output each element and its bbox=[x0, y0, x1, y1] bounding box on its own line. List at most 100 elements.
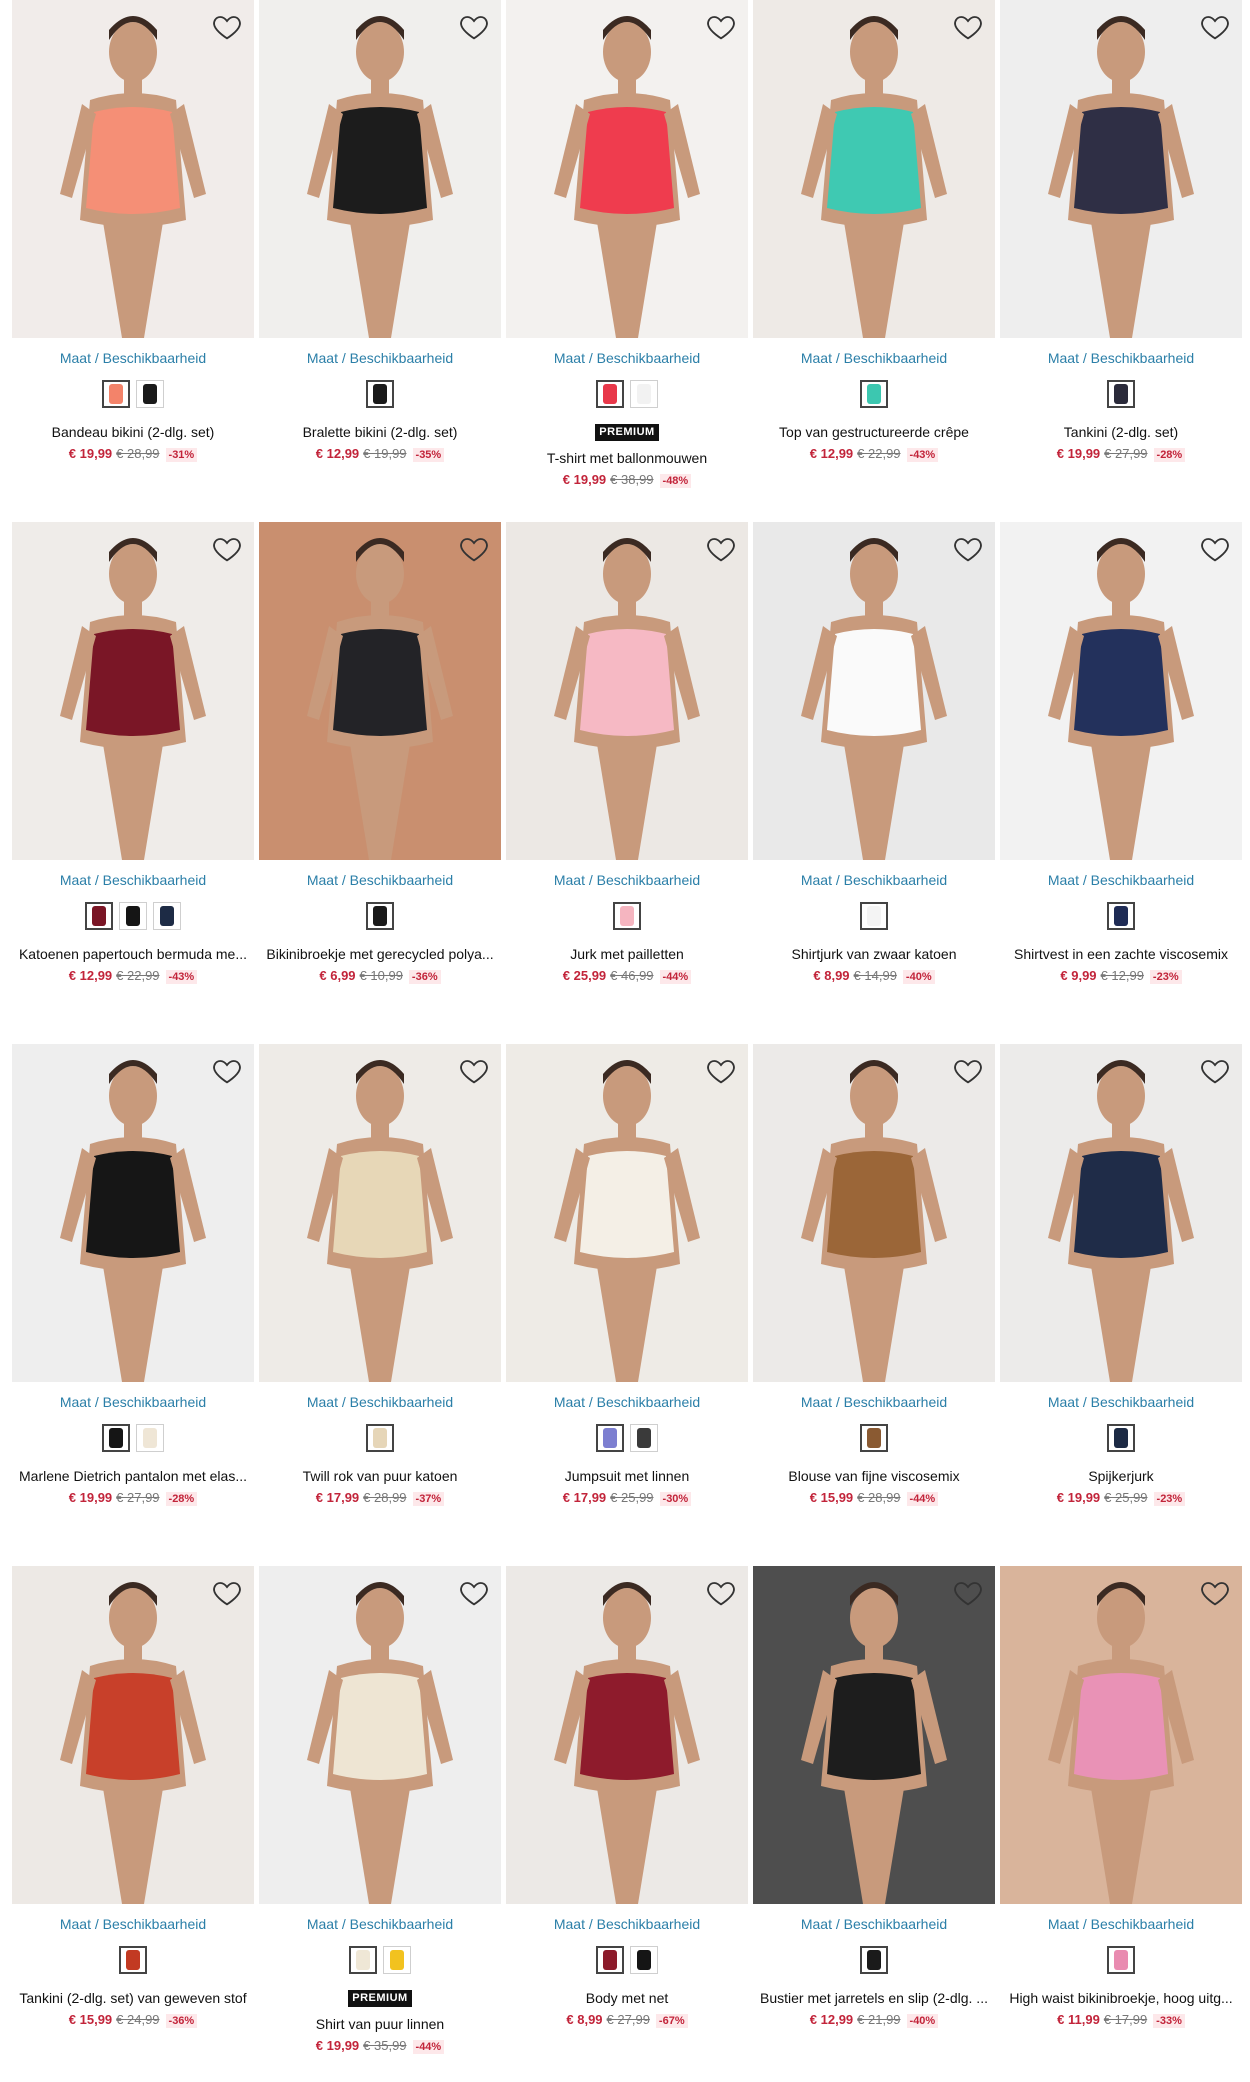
product-title[interactable]: Marlene Dietrich pantalon met elas... bbox=[12, 1468, 254, 1484]
color-swatch[interactable] bbox=[630, 380, 658, 408]
favorite-button[interactable] bbox=[1198, 1054, 1232, 1088]
color-swatch[interactable] bbox=[366, 1424, 394, 1452]
product-card[interactable]: Maat / Beschikbaarheid PREMIUM T-shirt met… bbox=[506, 0, 748, 500]
product-title[interactable]: Shirt van puur linnen bbox=[259, 2016, 501, 2032]
favorite-button[interactable] bbox=[951, 10, 985, 44]
product-image[interactable] bbox=[506, 0, 748, 338]
product-title[interactable]: Body met net bbox=[506, 1990, 748, 2006]
color-swatch[interactable] bbox=[860, 380, 888, 408]
size-availability-link[interactable]: Maat / Beschikbaarheid bbox=[1000, 350, 1242, 366]
size-availability-link[interactable]: Maat / Beschikbaarheid bbox=[12, 350, 254, 366]
size-availability-link[interactable]: Maat / Beschikbaarheid bbox=[12, 1394, 254, 1410]
product-title[interactable]: Twill rok van puur katoen bbox=[259, 1468, 501, 1484]
favorite-button[interactable] bbox=[210, 1054, 244, 1088]
color-swatch[interactable] bbox=[1107, 1946, 1135, 1974]
product-title[interactable]: Bandeau bikini (2-dlg. set) bbox=[12, 424, 254, 440]
favorite-button[interactable] bbox=[210, 532, 244, 566]
favorite-button[interactable] bbox=[704, 10, 738, 44]
product-title[interactable]: Bustier met jarretels en slip (2-dlg. ..… bbox=[753, 1990, 995, 2006]
size-availability-link[interactable]: Maat / Beschikbaarheid bbox=[259, 350, 501, 366]
size-availability-link[interactable]: Maat / Beschikbaarheid bbox=[506, 350, 748, 366]
color-swatch[interactable] bbox=[85, 902, 113, 930]
color-swatch[interactable] bbox=[860, 1424, 888, 1452]
product-image[interactable] bbox=[12, 522, 254, 860]
favorite-button[interactable] bbox=[704, 532, 738, 566]
color-swatch[interactable] bbox=[136, 1424, 164, 1452]
favorite-button[interactable] bbox=[951, 532, 985, 566]
color-swatch[interactable] bbox=[1107, 902, 1135, 930]
product-image[interactable] bbox=[12, 1566, 254, 1904]
product-image[interactable] bbox=[1000, 1044, 1242, 1382]
product-card[interactable]: Maat / Beschikbaarheid Marlene Dietrich p… bbox=[12, 1044, 254, 1544]
color-swatch[interactable] bbox=[102, 1424, 130, 1452]
product-image[interactable] bbox=[259, 1044, 501, 1382]
product-card[interactable]: Maat / Beschikbaarheid Blouse van fijne v… bbox=[753, 1044, 995, 1544]
color-swatch[interactable] bbox=[366, 380, 394, 408]
product-title[interactable]: Jurk met pailletten bbox=[506, 946, 748, 962]
product-image[interactable] bbox=[12, 1044, 254, 1382]
favorite-button[interactable] bbox=[1198, 1576, 1232, 1610]
favorite-button[interactable] bbox=[457, 10, 491, 44]
product-title[interactable]: Blouse van fijne viscosemix bbox=[753, 1468, 995, 1484]
size-availability-link[interactable]: Maat / Beschikbaarheid bbox=[1000, 1916, 1242, 1932]
product-card[interactable]: Maat / Beschikbaarheid Twill rok van puur… bbox=[259, 1044, 501, 1544]
product-card[interactable]: Maat / Beschikbaarheid Tankini (2-dlg. se… bbox=[1000, 0, 1242, 500]
size-availability-link[interactable]: Maat / Beschikbaarheid bbox=[753, 350, 995, 366]
product-title[interactable]: Top van gestructureerde crêpe bbox=[753, 424, 995, 440]
product-card[interactable]: Maat / Beschikbaarheid High waist bikinib… bbox=[1000, 1566, 1242, 2066]
favorite-button[interactable] bbox=[1198, 532, 1232, 566]
product-card[interactable]: Maat / Beschikbaarheid Shirtjurk van zwaa… bbox=[753, 522, 995, 1022]
color-swatch[interactable] bbox=[366, 902, 394, 930]
color-swatch[interactable] bbox=[1107, 380, 1135, 408]
size-availability-link[interactable]: Maat / Beschikbaarheid bbox=[259, 1394, 501, 1410]
color-swatch[interactable] bbox=[153, 902, 181, 930]
product-card[interactable]: Maat / Beschikbaarheid Bralette bikini (2… bbox=[259, 0, 501, 500]
product-title[interactable]: High waist bikinibroekje, hoog uitg... bbox=[1000, 1990, 1242, 2006]
product-image[interactable] bbox=[259, 522, 501, 860]
favorite-button[interactable] bbox=[704, 1576, 738, 1610]
color-swatch[interactable] bbox=[630, 1946, 658, 1974]
favorite-button[interactable] bbox=[951, 1576, 985, 1610]
product-title[interactable]: Bralette bikini (2-dlg. set) bbox=[259, 424, 501, 440]
size-availability-link[interactable]: Maat / Beschikbaarheid bbox=[12, 1916, 254, 1932]
color-swatch[interactable] bbox=[613, 902, 641, 930]
color-swatch[interactable] bbox=[596, 1946, 624, 1974]
product-card[interactable]: Maat / Beschikbaarheid Jumpsuit met linne… bbox=[506, 1044, 748, 1544]
product-image[interactable] bbox=[753, 0, 995, 338]
size-availability-link[interactable]: Maat / Beschikbaarheid bbox=[753, 1394, 995, 1410]
product-card[interactable]: Maat / Beschikbaarheid Jurk met paillette… bbox=[506, 522, 748, 1022]
product-image[interactable] bbox=[506, 1044, 748, 1382]
size-availability-link[interactable]: Maat / Beschikbaarheid bbox=[753, 872, 995, 888]
product-title[interactable]: Bikinibroekje met gerecycled polya... bbox=[259, 946, 501, 962]
product-title[interactable]: Spijkerjurk bbox=[1000, 1468, 1242, 1484]
product-card[interactable]: Maat / Beschikbaarheid Bustier met jarret… bbox=[753, 1566, 995, 2066]
product-image[interactable] bbox=[1000, 1566, 1242, 1904]
product-image[interactable] bbox=[259, 1566, 501, 1904]
product-title[interactable]: Shirtjurk van zwaar katoen bbox=[753, 946, 995, 962]
product-title[interactable]: Katoenen papertouch bermuda me... bbox=[12, 946, 254, 962]
product-card[interactable]: Maat / Beschikbaarheid Katoenen papertouc… bbox=[12, 522, 254, 1022]
size-availability-link[interactable]: Maat / Beschikbaarheid bbox=[506, 872, 748, 888]
favorite-button[interactable] bbox=[951, 1054, 985, 1088]
size-availability-link[interactable]: Maat / Beschikbaarheid bbox=[259, 1916, 501, 1932]
product-image[interactable] bbox=[753, 1044, 995, 1382]
color-swatch[interactable] bbox=[119, 902, 147, 930]
color-swatch[interactable] bbox=[596, 380, 624, 408]
color-swatch[interactable] bbox=[119, 1946, 147, 1974]
size-availability-link[interactable]: Maat / Beschikbaarheid bbox=[259, 872, 501, 888]
product-card[interactable]: Maat / Beschikbaarheid Top van gestructur… bbox=[753, 0, 995, 500]
color-swatch[interactable] bbox=[136, 380, 164, 408]
product-card[interactable]: Maat / Beschikbaarheid PREMIUM Shirt van p… bbox=[259, 1566, 501, 2066]
favorite-button[interactable] bbox=[210, 1576, 244, 1610]
size-availability-link[interactable]: Maat / Beschikbaarheid bbox=[506, 1394, 748, 1410]
size-availability-link[interactable]: Maat / Beschikbaarheid bbox=[12, 872, 254, 888]
product-image[interactable] bbox=[259, 0, 501, 338]
color-swatch[interactable] bbox=[102, 380, 130, 408]
color-swatch[interactable] bbox=[383, 1946, 411, 1974]
product-title[interactable]: Tankini (2-dlg. set) van geweven stof bbox=[12, 1990, 254, 2006]
product-title[interactable]: T-shirt met ballonmouwen bbox=[506, 450, 748, 466]
favorite-button[interactable] bbox=[457, 1576, 491, 1610]
size-availability-link[interactable]: Maat / Beschikbaarheid bbox=[753, 1916, 995, 1932]
product-title[interactable]: Tankini (2-dlg. set) bbox=[1000, 424, 1242, 440]
product-card[interactable]: Maat / Beschikbaarheid Tankini (2-dlg. se… bbox=[12, 1566, 254, 2066]
